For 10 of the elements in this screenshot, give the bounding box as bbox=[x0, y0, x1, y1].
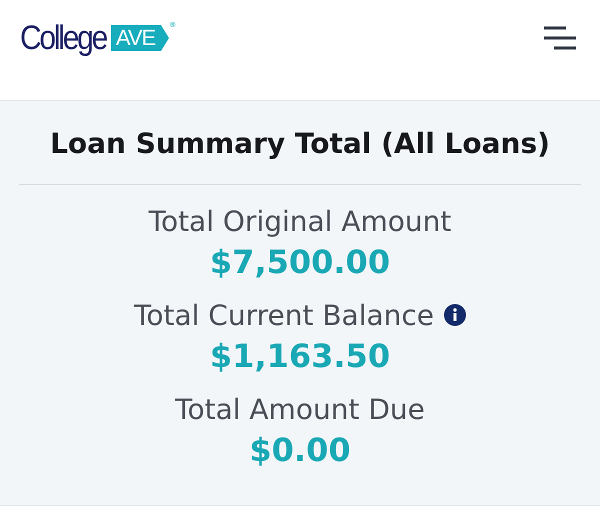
amount-value: $7,500.00 bbox=[210, 243, 390, 283]
amount-label: Total Current Balance bbox=[134, 298, 434, 332]
info-icon[interactable] bbox=[444, 304, 466, 326]
amount-label: Total Amount Due bbox=[175, 392, 425, 426]
logo-wordmark: College bbox=[20, 18, 106, 58]
amount-value: $0.00 bbox=[249, 431, 351, 471]
amount-value: $1,163.50 bbox=[210, 337, 390, 377]
menu-icon[interactable] bbox=[544, 26, 578, 50]
amount-label: Total Original Amount bbox=[148, 204, 452, 238]
summary-title: Loan Summary Total (All Loans) bbox=[50, 126, 550, 162]
